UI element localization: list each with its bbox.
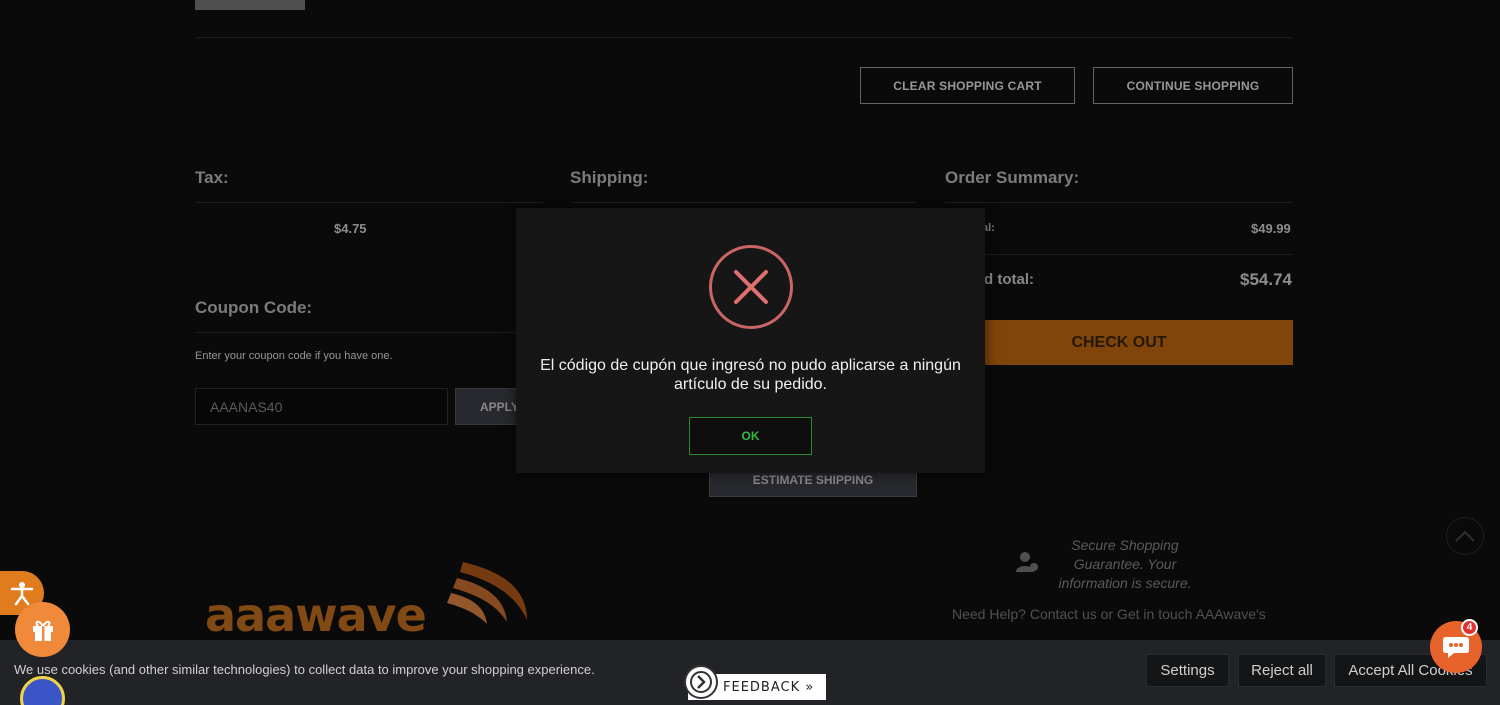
rewards-gift-button[interactable] [15, 602, 70, 657]
chat-bubble-icon [1443, 637, 1469, 658]
coupon-error-dialog: El código de cupón que ingresó no pudo a… [516, 208, 985, 473]
accessibility-icon [10, 582, 34, 606]
dialog-message: El código de cupón que ingresó no pudo a… [540, 357, 961, 393]
cookie-text: We use cookies (and other similar techno… [14, 662, 595, 677]
gift-icon [32, 620, 53, 641]
error-x-icon [709, 245, 793, 329]
cookie-settings-button[interactable]: Settings [1146, 654, 1229, 687]
feedback-label: FEEDBACK » [723, 679, 815, 695]
feedback-logo-icon [684, 665, 718, 699]
chat-notification-badge: 4 [1461, 619, 1478, 636]
reject-all-button[interactable]: Reject all [1238, 654, 1326, 687]
ok-button[interactable]: OK [689, 417, 812, 455]
